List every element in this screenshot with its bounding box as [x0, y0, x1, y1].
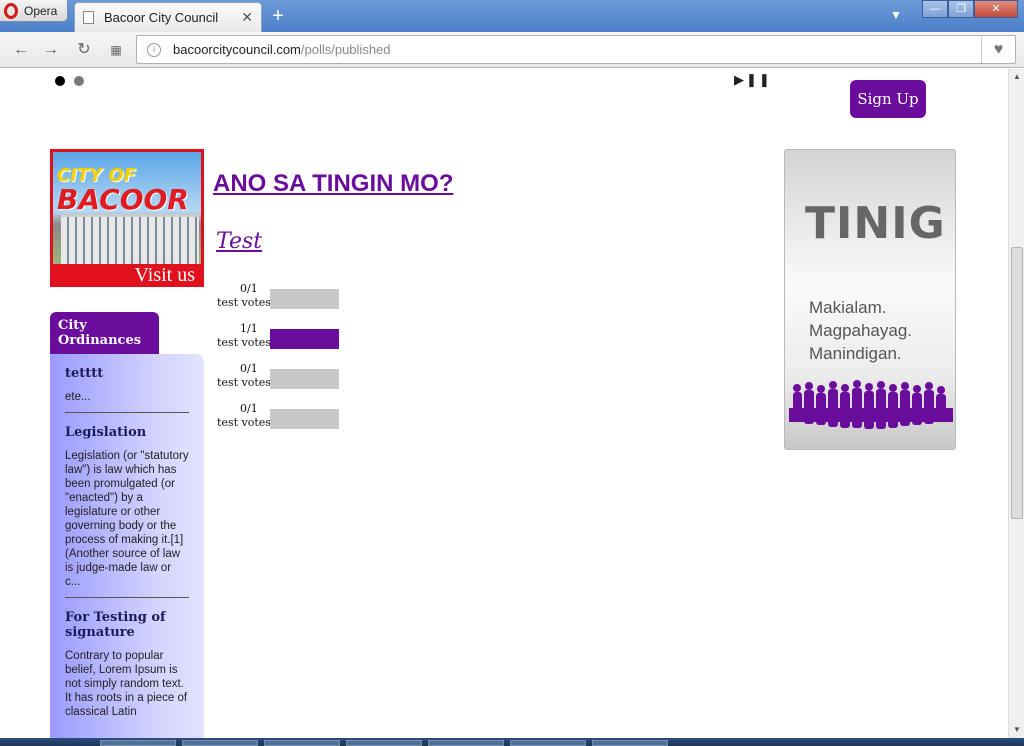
address-bar[interactable]: i bacoorcitycouncil.com/polls/published … [136, 35, 1016, 64]
tinig-banner[interactable]: TINIG Makialam. Magpahayag. Manindigan. [784, 149, 956, 450]
visit-us-label: Visit us [53, 264, 201, 284]
poll-section-heading-link[interactable]: ANO SA TINGIN MO? [213, 170, 453, 198]
poll-option-row: 0/1 test votes [216, 402, 346, 434]
navigation-bar: ← → ↻ ▦ i bacoorcitycouncil.com/polls/pu… [0, 32, 1024, 68]
tinig-slogan-line: Magpahayag. [809, 321, 913, 340]
ordinance-title[interactable]: For Testing of signature [65, 610, 189, 640]
pause-icon[interactable]: ❚❚ [746, 72, 772, 87]
poll-option-count: 0/1 [240, 362, 258, 375]
slider-dot-active[interactable] [55, 76, 65, 86]
back-arrow-icon[interactable]: ← [10, 40, 32, 60]
url-domain: bacoorcitycouncil.com [173, 42, 301, 57]
opera-logo-icon [4, 2, 18, 19]
taskbar-item[interactable] [182, 740, 258, 746]
heart-bookmark-icon[interactable]: ♥ [981, 36, 1015, 63]
play-icon[interactable]: ▶ [734, 72, 746, 87]
poll-result-fill [270, 329, 339, 349]
city-of-bacoor-banner[interactable]: CITY OF BACOOR Visit us [50, 149, 204, 287]
ordinance-excerpt: Contrary to popular belief, Lorem Ipsum … [65, 650, 188, 718]
poll-option-row: 0/1 test votes [216, 282, 346, 314]
poll-option-count: 0/1 [240, 282, 258, 295]
poll-result-bar [270, 409, 339, 429]
taskbar-item[interactable] [510, 740, 586, 746]
poll-result-bar [270, 329, 339, 349]
tab-menu-icon[interactable]: ▼ [886, 8, 906, 24]
poll-title-link[interactable]: Test [216, 229, 262, 254]
reload-icon[interactable]: ↻ [73, 40, 95, 60]
opera-menu-label: Opera [24, 3, 58, 18]
close-window-icon[interactable]: ✕ [974, 0, 1018, 18]
opera-menu-button[interactable]: Opera [0, 0, 68, 22]
ordinance-item: Legislation Legislation (or "statutory l… [65, 425, 189, 598]
page-scrollbar[interactable]: ▲ ▼ [1008, 69, 1024, 738]
tinig-slogan-line: Makialam. [809, 298, 887, 317]
taskbar-item[interactable] [100, 740, 176, 746]
poll-option-label: test votes [217, 336, 271, 349]
poll-option-label: test votes [217, 296, 271, 309]
window-titlebar: Opera Bacoor City Council ✕ + ▼ — ❐ ✕ [0, 0, 1024, 32]
page-viewport: ▶❚❚ Sign Up CITY OF BACOOR Visit us City … [0, 69, 1008, 738]
tinig-slogan-line: Manindigan. [809, 344, 902, 363]
window-controls: — ❐ ✕ [922, 0, 1018, 18]
slider-dot[interactable] [74, 76, 84, 86]
taskbar-item[interactable] [264, 740, 340, 746]
scroll-up-arrow-icon[interactable]: ▲ [1009, 69, 1024, 85]
site-info-icon[interactable]: i [147, 42, 161, 57]
minimize-icon[interactable]: — [922, 0, 948, 18]
poll-option-count: 1/1 [240, 322, 258, 335]
ordinance-excerpt: Legislation (or "statutory law") is law … [65, 450, 189, 588]
poll-option-label: test votes [217, 416, 271, 429]
os-taskbar [0, 738, 1024, 746]
crowd-silhouette-icon [789, 380, 953, 429]
new-tab-button[interactable]: + [268, 6, 288, 26]
poll-option-row: 0/1 test votes [216, 362, 346, 394]
close-tab-icon[interactable]: ✕ [241, 9, 253, 26]
city-hall-image [61, 214, 199, 264]
tab-title: Bacoor City Council [104, 10, 219, 25]
city-ordinances-tab[interactable]: City Ordinances [50, 312, 159, 355]
poll-option-row: 1/1 test votes [216, 322, 346, 354]
scroll-down-arrow-icon[interactable]: ▼ [1009, 722, 1024, 738]
url-path: /polls/published [300, 42, 391, 57]
browser-tab[interactable]: Bacoor City Council ✕ [74, 2, 262, 32]
ordinance-item: tetttt ete... [65, 366, 189, 413]
taskbar-item[interactable] [428, 740, 504, 746]
forward-arrow-icon[interactable]: → [40, 40, 62, 60]
slider-dots [55, 76, 84, 86]
poll-result-bar [270, 369, 339, 389]
poll-option-label: test votes [217, 376, 271, 389]
city-ordinances-panel: tetttt ete... Legislation Legislation (o… [50, 354, 204, 738]
maximize-icon[interactable]: ❐ [948, 0, 974, 18]
ordinance-title[interactable]: Legislation [65, 425, 189, 440]
ordinance-excerpt: ete... [65, 391, 91, 403]
slider-play-pause-controls: ▶❚❚ [734, 72, 772, 88]
banner-logo-text: CITY OF BACOOR [57, 165, 189, 216]
poll-result-bar [270, 289, 339, 309]
scrollbar-thumb[interactable] [1011, 247, 1023, 519]
speed-dial-grid-icon[interactable]: ▦ [105, 40, 127, 60]
ordinance-item: For Testing of signature Contrary to pop… [65, 610, 189, 727]
ordinance-title[interactable]: tetttt [65, 366, 189, 381]
tinig-title: TINIG [805, 198, 946, 249]
taskbar-item[interactable] [346, 740, 422, 746]
signup-button[interactable]: Sign Up [850, 80, 926, 118]
page-icon [83, 11, 94, 24]
taskbar-item[interactable] [592, 740, 668, 746]
poll-option-count: 0/1 [240, 402, 258, 415]
